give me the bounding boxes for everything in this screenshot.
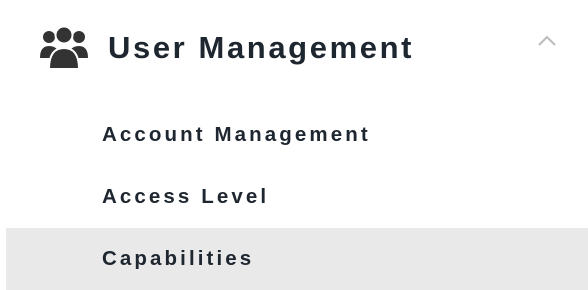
chevron-up-icon[interactable] [536, 34, 558, 48]
submenu-item-label: Access Level [102, 185, 270, 208]
submenu-item-label: Account Management [102, 123, 371, 146]
submenu-item-label: Capabilities [102, 247, 255, 270]
submenu-item-account-management[interactable]: Account Management [0, 104, 588, 166]
submenu-item-capabilities[interactable]: Capabilities [6, 228, 588, 290]
users-icon [39, 24, 89, 70]
section-title: User Management [108, 30, 415, 65]
submenu-item-access-level[interactable]: Access Level [0, 166, 588, 228]
user-management-section-header[interactable]: User Management [0, 0, 588, 98]
